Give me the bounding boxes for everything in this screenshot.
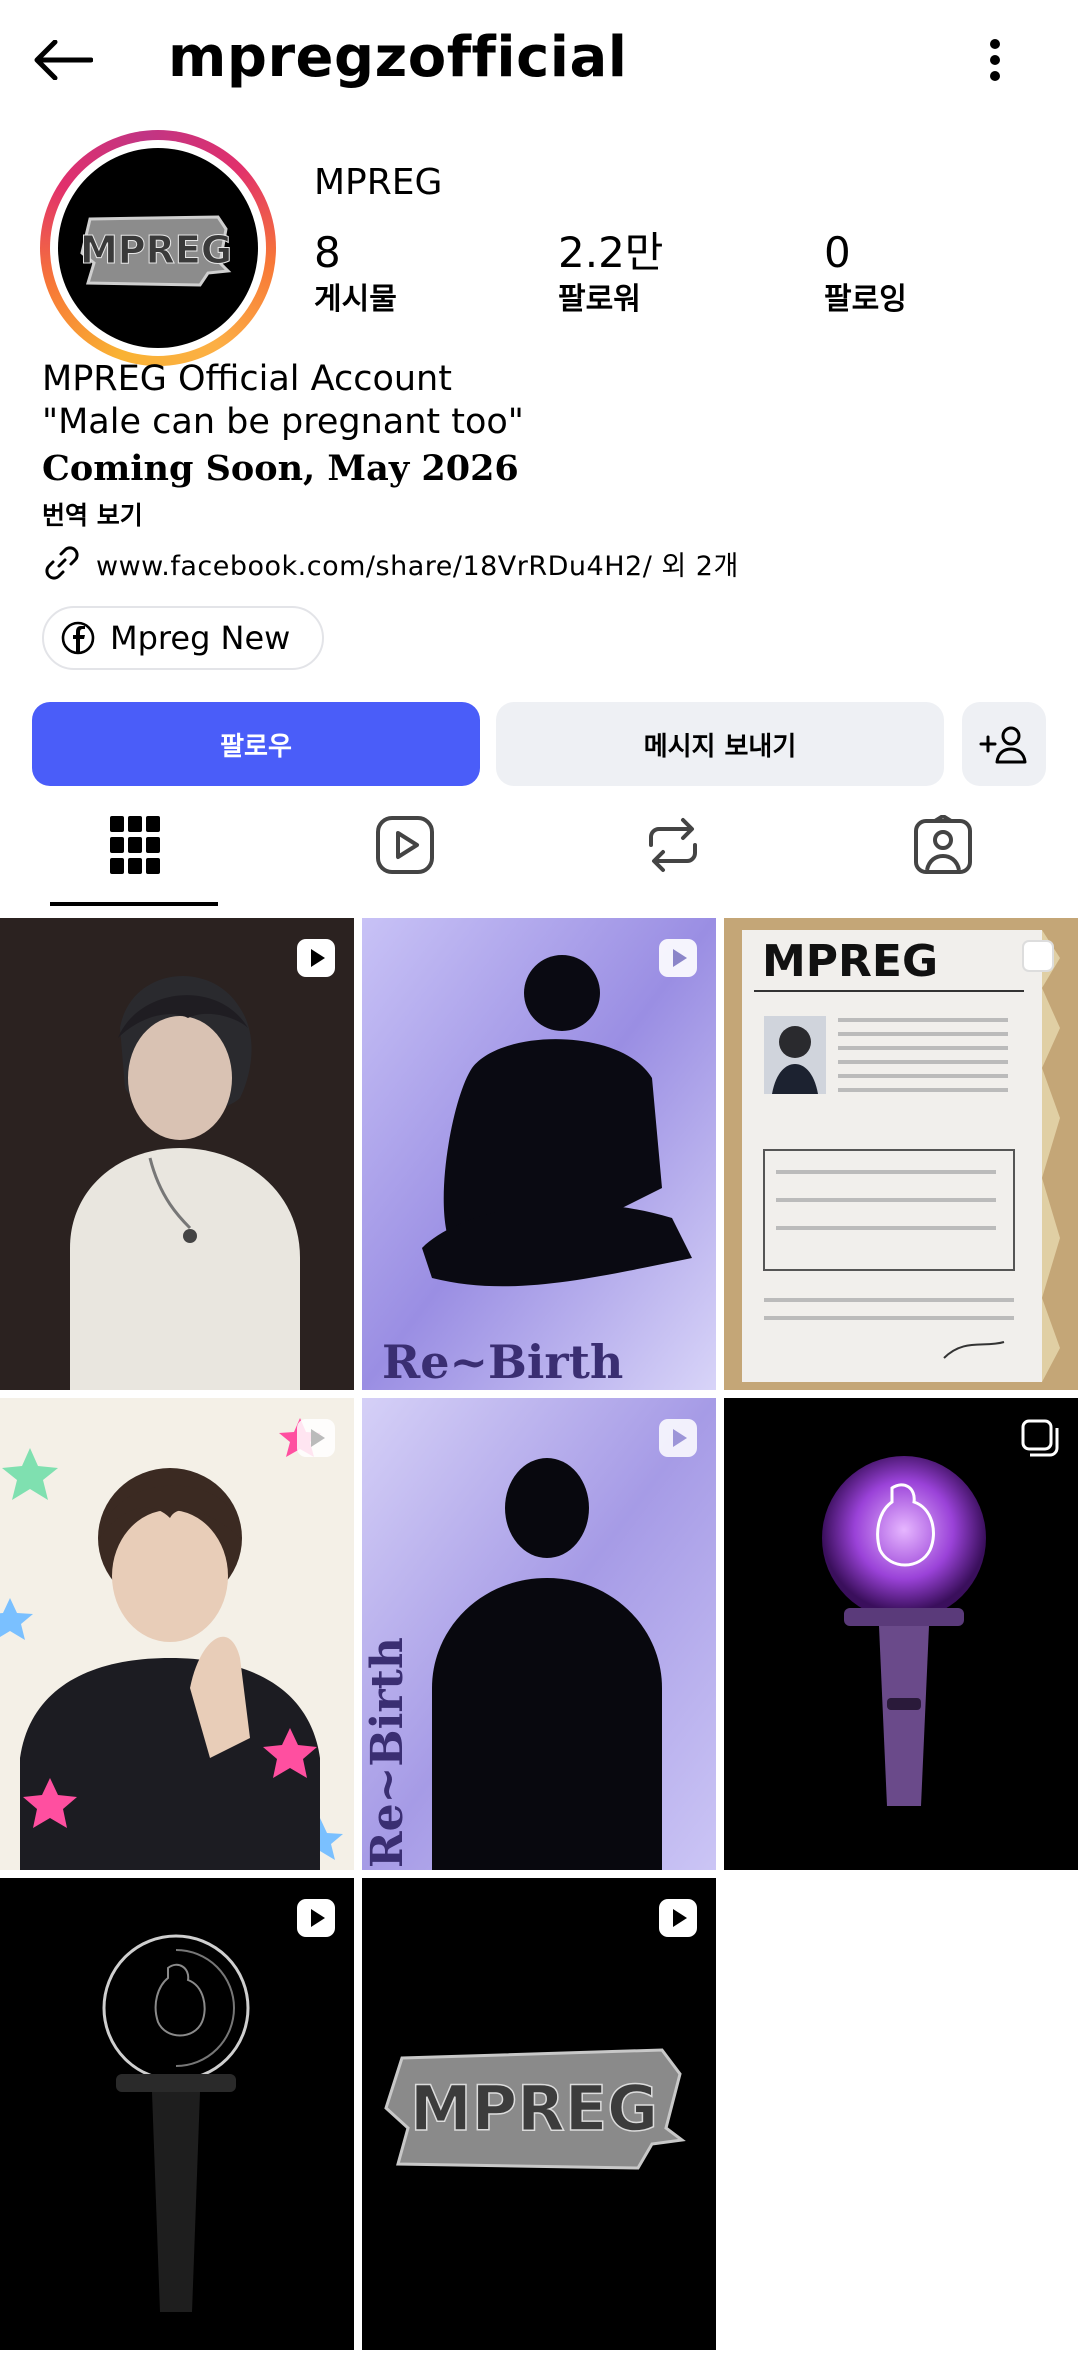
profile-link-text: www.facebook.com/share/18VrRDu4H2/ 외 2개 [96, 550, 739, 582]
carousel-badge-icon [1022, 940, 1054, 972]
tab-tagged[interactable] [858, 790, 1028, 900]
post-8-image: MPREG [362, 1878, 716, 2350]
reel-badge-icon [297, 1419, 335, 1457]
bio-line-3: Coming Soon, May 2026 [42, 448, 519, 489]
post-tile-5[interactable]: Re~Birth [362, 1398, 716, 1870]
stat-following[interactable]: 0 팔로잉 [824, 226, 907, 320]
profile-link[interactable]: www.facebook.com/share/18VrRDu4H2/ 외 2개 [42, 538, 739, 588]
more-options-button[interactable] [960, 28, 1030, 92]
reel-badge-icon [297, 1899, 335, 1937]
translate-link[interactable]: 번역 보기 [42, 494, 1042, 538]
post-1-image [0, 918, 354, 1390]
post-7-image [0, 1878, 354, 2350]
bio-line-1: MPREG Official Account [42, 359, 452, 399]
facebook-icon [61, 621, 95, 655]
tagged-icon [914, 815, 972, 874]
profile-username: mpregzofficial [168, 25, 628, 90]
post-tile-1[interactable] [0, 918, 354, 1390]
tab-reels[interactable] [320, 790, 490, 900]
stat-posts[interactable]: 8 게시물 [314, 226, 397, 320]
facebook-chip-label: Mpreg New [110, 619, 291, 657]
post-3-image: MPREG [724, 918, 1078, 1390]
link-icon [45, 546, 79, 580]
stat-following-value: 0 [824, 228, 851, 277]
reel-badge-icon [659, 1899, 697, 1937]
back-arrow-icon [34, 40, 93, 80]
stat-posts-value: 8 [314, 228, 341, 277]
post-6-image [724, 1398, 1078, 1870]
post-2-caption: Re~Birth [382, 1335, 623, 1389]
carousel-badge-icon [1021, 1419, 1059, 1457]
avatar-logo: MPREG [79, 215, 233, 287]
post-tile-2[interactable]: Re~Birth [362, 918, 716, 1390]
stat-followers-label: 팔로워 [558, 282, 641, 317]
post-tile-8[interactable]: MPREG [362, 1878, 716, 2350]
back-button[interactable] [28, 30, 98, 90]
posts-grid: Re~Birth MPREG Re~Birth MPREG [0, 918, 1080, 2350]
post-3-card-title: MPREG [762, 936, 938, 987]
top-bar: mpregzofficial [0, 0, 1080, 120]
bio: MPREG Official Account "Male can be preg… [42, 358, 1042, 538]
display-name: MPREG [314, 162, 443, 203]
follow-button[interactable]: 팔로우 [32, 702, 480, 786]
post-tile-7[interactable] [0, 1878, 354, 2350]
post-5-caption: Re~Birth [362, 1637, 413, 1868]
more-vertical-icon [990, 39, 1000, 81]
suggest-accounts-button[interactable] [962, 702, 1046, 786]
story-ring[interactable]: MPREG [40, 130, 276, 366]
post-8-logo-text: MPREG [410, 2072, 658, 2145]
post-4-image [0, 1398, 354, 1870]
bio-line-2: "Male can be pregnant too" [42, 402, 524, 442]
grid-icon [110, 816, 160, 874]
stat-followers[interactable]: 2.2만 팔로워 [558, 226, 663, 320]
tab-reposts[interactable] [588, 790, 758, 900]
active-tab-indicator [50, 902, 218, 906]
repost-icon [649, 818, 697, 872]
stat-posts-label: 게시물 [314, 282, 397, 317]
facebook-chip[interactable]: Mpreg New [42, 606, 325, 670]
message-button[interactable]: 메시지 보내기 [496, 702, 944, 786]
post-2-image: Re~Birth [362, 918, 716, 1390]
add-person-icon [979, 726, 1027, 764]
post-5-image: Re~Birth [362, 1398, 716, 1870]
reel-badge-icon [659, 939, 697, 977]
reel-badge-icon [659, 1419, 697, 1457]
reels-icon [376, 816, 434, 874]
avatar-logo-text: MPREG [80, 228, 232, 272]
avatar[interactable]: MPREG [58, 148, 258, 348]
reel-badge-icon [297, 939, 335, 977]
stat-followers-value: 2.2만 [558, 228, 664, 277]
tab-posts[interactable] [50, 790, 220, 900]
profile-tabs [0, 790, 1080, 910]
post-tile-6[interactable] [724, 1398, 1078, 1870]
stat-following-label: 팔로잉 [824, 282, 907, 317]
post-tile-3[interactable]: MPREG [724, 918, 1078, 1390]
post-tile-4[interactable] [0, 1398, 354, 1870]
